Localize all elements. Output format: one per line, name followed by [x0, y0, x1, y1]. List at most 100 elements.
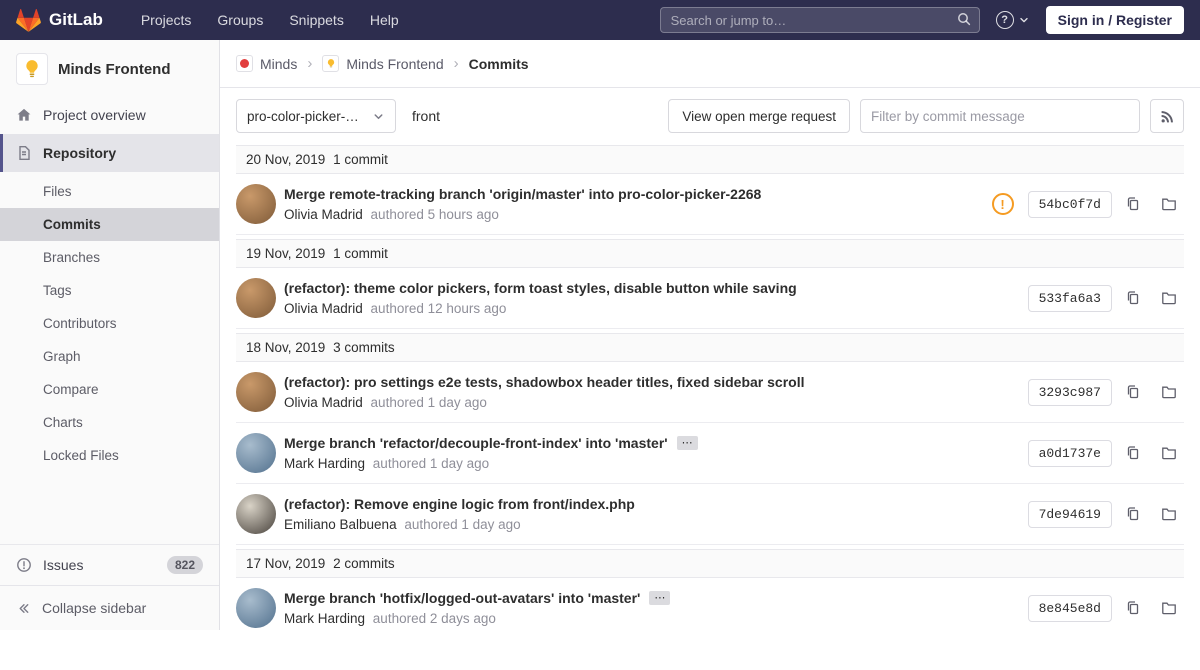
sidebar-item-project-overview[interactable]: Project overview	[0, 96, 219, 134]
copy-sha-button[interactable]	[1118, 283, 1148, 313]
commit-title-link[interactable]: Merge branch 'hotfix/logged-out-avatars'…	[284, 590, 640, 606]
nav-item-projects[interactable]: Projects	[141, 12, 192, 28]
project-header[interactable]: Minds Frontend	[0, 40, 219, 96]
minds-group-avatar	[236, 55, 253, 72]
copy-icon	[1125, 290, 1141, 306]
gitlab-home-link[interactable]: GitLab	[16, 8, 103, 33]
sidebar-item-repository[interactable]: Repository	[0, 134, 219, 172]
pipeline-status-warning-icon[interactable]: !	[992, 193, 1014, 215]
author-avatar[interactable]	[236, 278, 276, 318]
sidebar-item-locked-files[interactable]: Locked Files	[0, 439, 219, 472]
sidebar-item-compare[interactable]: Compare	[0, 373, 219, 406]
sidebar-item-contributors[interactable]: Contributors	[0, 307, 219, 340]
sidebar-item-branches[interactable]: Branches	[0, 241, 219, 274]
commit-info: (refactor): theme color pickers, form to…	[284, 280, 797, 316]
browse-files-button[interactable]	[1154, 377, 1184, 407]
question-icon: ?	[996, 11, 1014, 29]
project-sidebar: Minds Frontend Project overview Reposito…	[0, 40, 220, 630]
breadcrumb-minds-link[interactable]: Minds	[260, 56, 297, 72]
branch-dropdown-value: pro-color-picker-…	[247, 109, 359, 124]
sidebar-item-graph[interactable]: Graph	[0, 340, 219, 373]
commit-author-link[interactable]: Olivia Madrid	[284, 395, 363, 410]
search-input[interactable]	[660, 7, 980, 33]
browse-files-button[interactable]	[1154, 189, 1184, 219]
commit-author-link[interactable]: Olivia Madrid	[284, 207, 363, 222]
collapse-sidebar-button[interactable]: Collapse sidebar	[0, 585, 219, 630]
commit-meta: Mark Harding authored 1 day ago	[284, 456, 698, 471]
commit-author-link[interactable]: Emiliano Balbuena	[284, 517, 397, 532]
commit-sha-link[interactable]: a0d1737e	[1028, 440, 1112, 467]
commit-sha-link[interactable]: 54bc0f7d	[1028, 191, 1112, 218]
breadcrumb-separator-icon: ›	[454, 55, 459, 72]
project-avatar	[16, 53, 48, 85]
copy-icon	[1125, 600, 1141, 616]
sidebar-item-issues[interactable]: Issues 822	[0, 545, 219, 585]
ref-path: front	[412, 108, 440, 124]
commit-date: 18 Nov, 2019	[246, 340, 325, 355]
repository-submenu: Files Commits Branches Tags Contributors…	[0, 172, 219, 475]
browse-files-button[interactable]	[1154, 283, 1184, 313]
commit-row: Merge branch 'hotfix/logged-out-avatars'…	[236, 578, 1184, 630]
copy-sha-button[interactable]	[1118, 593, 1148, 623]
sidebar-item-charts[interactable]: Charts	[0, 406, 219, 439]
copy-icon	[1125, 384, 1141, 400]
commit-day-group: 18 Nov, 2019 3 commits (refactor): pro s…	[236, 333, 1184, 545]
commit-sha-link[interactable]: 8e845e8d	[1028, 595, 1112, 622]
commit-author-link[interactable]: Olivia Madrid	[284, 301, 363, 316]
breadcrumb-minds-frontend-link[interactable]: Minds Frontend	[346, 56, 443, 72]
commit-title-link[interactable]: Merge branch 'refactor/decouple-front-in…	[284, 435, 668, 451]
browse-files-button[interactable]	[1154, 438, 1184, 468]
commit-message-filter-input[interactable]	[860, 99, 1140, 133]
commit-title-link[interactable]: (refactor): Remove engine logic from fro…	[284, 496, 635, 512]
copy-sha-button[interactable]	[1118, 377, 1148, 407]
sign-in-register-button[interactable]: Sign in / Register	[1046, 6, 1184, 34]
browse-files-button[interactable]	[1154, 499, 1184, 529]
sidebar-item-commits[interactable]: Commits	[0, 208, 219, 241]
nav-item-help[interactable]: Help	[370, 12, 399, 28]
commit-sha-link[interactable]: 3293c987	[1028, 379, 1112, 406]
commit-row: Merge remote-tracking branch 'origin/mas…	[236, 174, 1184, 235]
project-name: Minds Frontend	[58, 61, 171, 78]
commit-info: (refactor): pro settings e2e tests, shad…	[284, 374, 804, 410]
help-dropdown[interactable]: ?	[996, 11, 1030, 29]
author-avatar[interactable]	[236, 588, 276, 628]
main-nav: Projects Groups Snippets Help	[141, 12, 399, 28]
commit-authored-time: authored 1 day ago	[373, 456, 489, 471]
copy-sha-button[interactable]	[1118, 499, 1148, 529]
commit-authored-time: authored 12 hours ago	[371, 301, 507, 316]
commit-day-rows: (refactor): theme color pickers, form to…	[236, 268, 1184, 329]
issues-count-badge: 822	[167, 556, 203, 574]
commit-title-link[interactable]: Merge remote-tracking branch 'origin/mas…	[284, 186, 761, 202]
expand-commit-message-button[interactable]: ⋯	[649, 591, 670, 605]
copy-icon	[1125, 506, 1141, 522]
search-icon	[956, 11, 972, 27]
view-open-merge-request-button[interactable]: View open merge request	[668, 99, 850, 133]
commit-actions: ! 54bc0f7d	[980, 189, 1184, 219]
commit-sha-link[interactable]: 533fa6a3	[1028, 285, 1112, 312]
commit-meta: Emiliano Balbuena authored 1 day ago	[284, 517, 635, 532]
commit-title-link[interactable]: (refactor): theme color pickers, form to…	[284, 280, 797, 296]
nav-item-snippets[interactable]: Snippets	[289, 12, 343, 28]
commit-meta: Mark Harding authored 2 days ago	[284, 611, 670, 626]
branch-dropdown[interactable]: pro-color-picker-…	[236, 99, 396, 133]
commits-feed-button[interactable]	[1150, 99, 1184, 133]
author-avatar[interactable]	[236, 372, 276, 412]
commit-day-rows: Merge remote-tracking branch 'origin/mas…	[236, 174, 1184, 235]
copy-sha-button[interactable]	[1118, 189, 1148, 219]
breadcrumb-current-page: Commits	[469, 56, 529, 72]
commit-sha-link[interactable]: 7de94619	[1028, 501, 1112, 528]
nav-item-groups[interactable]: Groups	[217, 12, 263, 28]
commit-author-link[interactable]: Mark Harding	[284, 611, 365, 626]
sidebar-item-tags[interactable]: Tags	[0, 274, 219, 307]
author-avatar[interactable]	[236, 433, 276, 473]
commit-author-link[interactable]: Mark Harding	[284, 456, 365, 471]
author-avatar[interactable]	[236, 494, 276, 534]
author-avatar[interactable]	[236, 184, 276, 224]
commit-count: 1 commit	[333, 152, 388, 167]
repository-icon	[16, 145, 32, 161]
copy-sha-button[interactable]	[1118, 438, 1148, 468]
commit-title-link[interactable]: (refactor): pro settings e2e tests, shad…	[284, 374, 804, 390]
expand-commit-message-button[interactable]: ⋯	[677, 436, 698, 450]
sidebar-item-files[interactable]: Files	[0, 175, 219, 208]
browse-files-button[interactable]	[1154, 593, 1184, 623]
